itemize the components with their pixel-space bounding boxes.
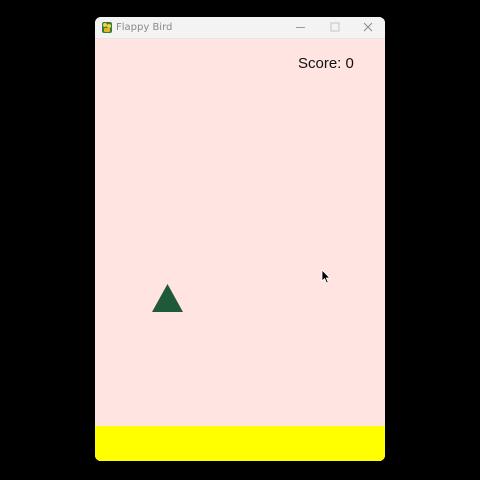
close-button[interactable] [351,17,385,38]
close-icon [363,22,373,32]
app-icon [101,21,113,34]
app-window: Flappy Bird Score: 0 [95,17,385,461]
maximize-icon [330,22,340,32]
ground [95,426,385,461]
mouse-cursor-icon [321,269,331,284]
bird-triangle [152,284,183,312]
minimize-icon [296,27,305,28]
title-bar[interactable]: Flappy Bird [95,17,385,39]
maximize-button[interactable] [318,17,352,38]
game-canvas[interactable]: Score: 0 [95,39,385,461]
window-title: Flappy Bird [116,22,173,33]
score-label: Score: 0 [298,55,354,72]
minimize-button[interactable] [284,17,318,38]
